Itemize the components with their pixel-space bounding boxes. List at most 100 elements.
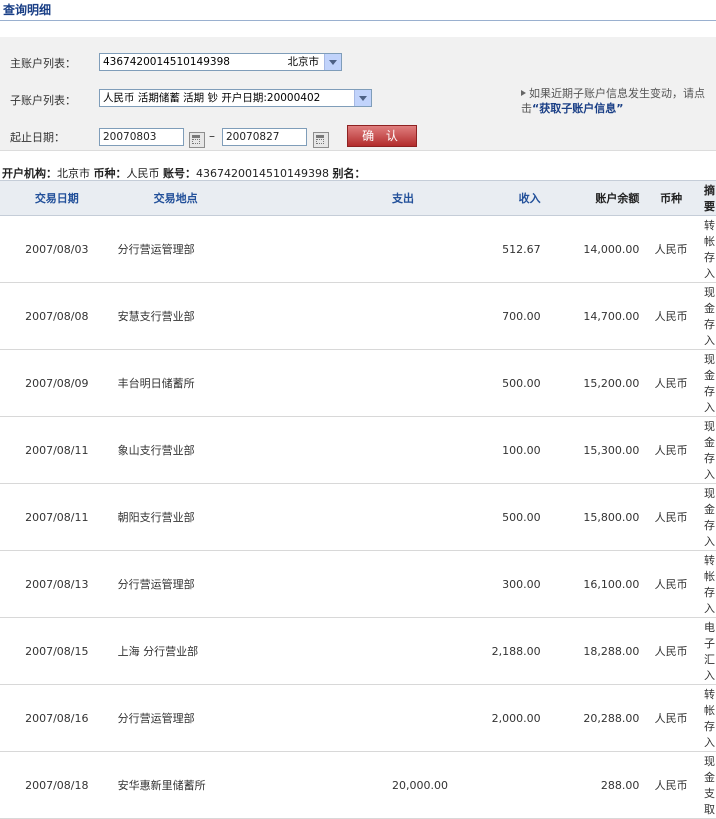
cell-currency: 人民币 bbox=[639, 617, 703, 685]
cell-date: 2007/08/11 bbox=[0, 416, 114, 484]
cell-summary: 现金存入 bbox=[703, 282, 716, 350]
table-header-row: 交易日期 交易地点 支出 收入 账户余额 币种 摘要 bbox=[0, 180, 716, 216]
cell-location: 上海 分行营业部 bbox=[113, 617, 304, 685]
cell-summary: 电子汇入 bbox=[703, 617, 716, 685]
table-row: 2007/08/09 丰台明日储蓄所 500.00 15,200.00 人民币 现金存入 bbox=[0, 349, 716, 417]
header-currency: 币种 bbox=[639, 180, 703, 216]
main-account-label: 主账户列表： bbox=[10, 57, 76, 70]
cell-income: 2,000.00 bbox=[451, 684, 541, 752]
page-title: 查询明细 bbox=[3, 3, 52, 17]
note-text: 如果近期子账户信息发生变动，请点 bbox=[529, 87, 705, 100]
branch-label: 开户机构： bbox=[2, 167, 57, 180]
cell-balance: 15,800.00 bbox=[540, 483, 640, 551]
cell-income: 500.00 bbox=[451, 483, 541, 551]
header-income[interactable]: 收入 bbox=[451, 180, 541, 216]
date-range-label: 起止日期： bbox=[10, 131, 65, 144]
branch-value: 北京市 bbox=[57, 167, 90, 180]
cell-expense bbox=[303, 215, 452, 283]
cell-expense bbox=[303, 550, 452, 618]
sub-account-select[interactable]: 人民币 活期储蓄 活期 钞 开户日期:20000402 bbox=[99, 89, 372, 107]
cell-balance: 20,288.00 bbox=[540, 684, 640, 752]
cell-expense bbox=[303, 684, 452, 752]
cell-location: 安慧支行营业部 bbox=[113, 282, 304, 350]
main-account-city: 北京市 bbox=[287, 56, 320, 68]
header-balance: 账户余额 bbox=[540, 180, 640, 216]
cell-expense bbox=[303, 416, 452, 484]
cell-balance: 15,200.00 bbox=[540, 349, 640, 417]
cell-balance: 288.00 bbox=[540, 751, 640, 819]
cell-expense bbox=[303, 483, 452, 551]
cell-balance: 14,000.00 bbox=[540, 215, 640, 283]
calendar-icon[interactable] bbox=[313, 132, 329, 148]
start-date-input[interactable]: 20070803 bbox=[99, 128, 184, 146]
table-row: 2007/08/08 安慧支行营业部 700.00 14,700.00 人民币 现金存入 bbox=[0, 282, 716, 350]
table-row: 2007/08/15 上海 分行营业部 2,188.00 18,288.00 人民币 电子… bbox=[0, 617, 716, 685]
cell-date: 2007/08/15 bbox=[0, 617, 114, 685]
table-row: 2007/08/16 分行营运管理部 2,000.00 20,288.00 人民币 转帐存… bbox=[0, 684, 716, 752]
cell-date: 2007/08/08 bbox=[0, 282, 114, 350]
cell-date: 2007/08/09 bbox=[0, 349, 114, 417]
cell-currency: 人民币 bbox=[639, 416, 703, 484]
cell-location: 安华惠新里储蓄所 bbox=[113, 751, 304, 819]
cell-expense: 20,000.00 bbox=[303, 751, 452, 819]
cell-income: 700.00 bbox=[451, 282, 541, 350]
sub-account-value: 人民币 活期储蓄 活期 钞 开户日期:20000402 bbox=[103, 92, 321, 104]
confirm-button[interactable]: 确 认 bbox=[347, 125, 417, 147]
main-account-value: 4367420014510149398 bbox=[103, 56, 230, 68]
cell-currency: 人民币 bbox=[639, 215, 703, 283]
chevron-down-icon[interactable] bbox=[324, 54, 341, 70]
cell-expense bbox=[303, 282, 452, 350]
cell-summary: 现金存入 bbox=[703, 416, 716, 484]
fetch-sub-account-link[interactable]: “获取子账户信息” bbox=[532, 102, 623, 115]
cell-currency: 人民币 bbox=[639, 282, 703, 350]
cell-currency: 人民币 bbox=[639, 550, 703, 618]
cell-expense bbox=[303, 349, 452, 417]
table-row: 2007/08/13 分行营运管理部 300.00 16,100.00 人民币 转帐存入 bbox=[0, 550, 716, 618]
refresh-note: 如果近期子账户信息发生变动，请点 击“获取子账户信息” bbox=[521, 86, 716, 116]
cell-income: 500.00 bbox=[451, 349, 541, 417]
table-row: 2007/08/11 朝阳支行营业部 500.00 15,800.00 人民币 现金存入 bbox=[0, 483, 716, 551]
cell-currency: 人民币 bbox=[639, 684, 703, 752]
header-date[interactable]: 交易日期 bbox=[0, 180, 114, 216]
cell-location: 丰台明日储蓄所 bbox=[113, 349, 304, 417]
cell-currency: 人民币 bbox=[639, 751, 703, 819]
currency-label: 币种： bbox=[93, 167, 127, 180]
alias-label: 别名： bbox=[332, 167, 366, 180]
cell-location: 象山支行营业部 bbox=[113, 416, 304, 484]
cell-income: 2,188.00 bbox=[451, 617, 541, 685]
cell-summary: 现金支取 bbox=[703, 751, 716, 819]
calendar-icon[interactable] bbox=[189, 132, 205, 148]
cell-location: 分行营运管理部 bbox=[113, 215, 304, 283]
account-label: 账号： bbox=[163, 167, 196, 180]
transaction-table: 交易日期 交易地点 支出 收入 账户余额 币种 摘要 2007/08/03 分行营… bbox=[0, 180, 716, 819]
cell-date: 2007/08/16 bbox=[0, 684, 114, 752]
main-account-select[interactable]: 4367420014510149398 北京市 bbox=[99, 53, 342, 71]
header-expense[interactable]: 支出 bbox=[303, 180, 452, 216]
account-info-line: 开户机构：北京市 币种：人民币 账号：4367420014510149398 别… bbox=[2, 165, 365, 181]
chevron-down-icon[interactable] bbox=[354, 90, 371, 106]
cell-summary: 转帐存入 bbox=[703, 550, 716, 618]
cell-location: 朝阳支行营业部 bbox=[113, 483, 304, 551]
cell-date: 2007/08/11 bbox=[0, 483, 114, 551]
note-prefix: 击 bbox=[521, 102, 532, 115]
cell-location: 分行营运管理部 bbox=[113, 550, 304, 618]
cell-summary: 现金存入 bbox=[703, 349, 716, 417]
cell-date: 2007/08/03 bbox=[0, 215, 114, 283]
currency-value: 人民币 bbox=[126, 167, 160, 180]
cell-balance: 18,288.00 bbox=[540, 617, 640, 685]
cell-expense bbox=[303, 617, 452, 685]
cell-balance: 15,300.00 bbox=[540, 416, 640, 484]
end-date-input[interactable]: 20070827 bbox=[222, 128, 307, 146]
cell-date: 2007/08/18 bbox=[0, 751, 114, 819]
cell-currency: 人民币 bbox=[639, 483, 703, 551]
triangle-right-icon bbox=[521, 90, 526, 96]
date-separator: – bbox=[209, 129, 215, 143]
cell-summary: 转帐存入 bbox=[703, 684, 716, 752]
cell-income bbox=[451, 751, 541, 819]
header-location[interactable]: 交易地点 bbox=[113, 180, 304, 216]
cell-currency: 人民币 bbox=[639, 349, 703, 417]
cell-income: 100.00 bbox=[451, 416, 541, 484]
title-divider bbox=[0, 20, 716, 21]
sub-account-label: 子账户列表： bbox=[10, 94, 76, 107]
cell-income: 512.67 bbox=[451, 215, 541, 283]
